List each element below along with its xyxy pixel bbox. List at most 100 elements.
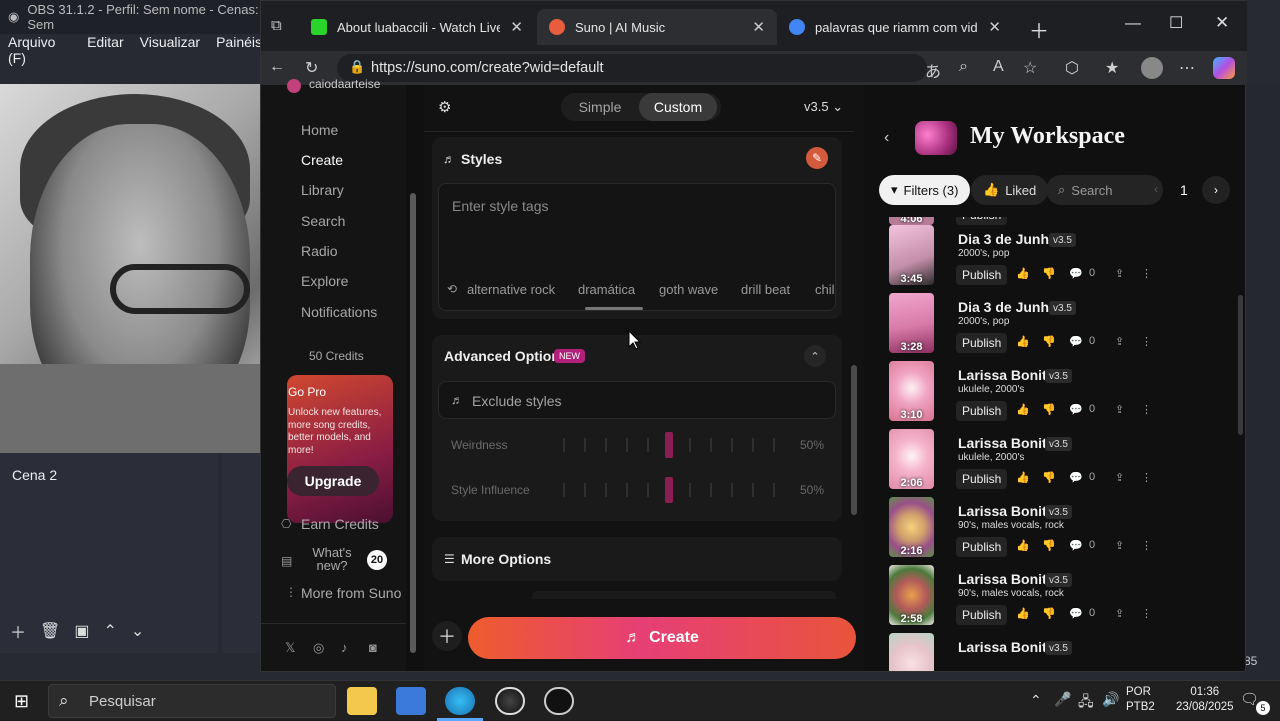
nav-search[interactable]: Search — [301, 213, 345, 229]
earn-credits-link[interactable]: Earn Credits — [301, 516, 379, 532]
advanced-options-title[interactable]: Advanced Options — [444, 348, 568, 364]
mode-simple-button[interactable]: Simple — [561, 93, 639, 121]
tags-scrollbar[interactable] — [585, 307, 643, 310]
nav-radio[interactable]: Radio — [301, 243, 338, 259]
style-influence-thumb[interactable] — [665, 477, 673, 503]
nav-library[interactable]: Library — [301, 182, 344, 198]
dislike-icon[interactable]: 👎 — [1042, 403, 1056, 416]
volume-icon[interactable]: 🔊 — [1102, 691, 1119, 708]
profile-avatar[interactable] — [1141, 57, 1163, 79]
more-icon[interactable]: ⋯ — [1179, 58, 1195, 78]
copilot-icon[interactable] — [1213, 57, 1235, 79]
workspace-search[interactable]: ⌕ Search — [1046, 175, 1163, 205]
song-row[interactable]: Larissa Bonita v3.5 — [866, 629, 1245, 671]
tab-google[interactable]: palavras que riamm com vida - Pe ✕ — [777, 9, 1013, 45]
version-select[interactable]: v3.5 ⌄ — [804, 99, 843, 115]
store-icon[interactable] — [396, 687, 426, 715]
create-button[interactable]: ♬ Create — [468, 617, 856, 659]
song-row[interactable]: 3:28 Dia 3 de Junho v3.5 2000's, pop Pub… — [866, 289, 1245, 357]
style-tags-input[interactable]: Enter style tags ⟲ alternative rock dram… — [438, 183, 836, 311]
style-tag[interactable]: alternative rock — [467, 282, 555, 297]
publish-button[interactable]: Publish — [956, 265, 1008, 285]
like-icon[interactable]: 👍 — [1016, 335, 1030, 348]
media-player-icon[interactable] — [544, 687, 574, 715]
x-icon[interactable]: 𝕏 — [285, 640, 295, 656]
song-title[interactable]: Larissa Bonita — [958, 571, 1054, 587]
user-name[interactable]: caiodaarteise — [309, 77, 380, 91]
translate-icon[interactable]: あ — [925, 58, 941, 82]
dislike-icon[interactable]: 👎 — [1042, 335, 1056, 348]
song-tags[interactable]: ukulele, 2000's — [958, 384, 1024, 395]
user-avatar[interactable] — [287, 79, 301, 93]
extensions-icon[interactable]: ⬡ — [1065, 58, 1079, 78]
sidebar-scrollbar[interactable] — [409, 95, 417, 655]
obs-menu-view[interactable]: Visualizar — [140, 34, 200, 56]
publish-button[interactable]: Publish — [956, 605, 1008, 625]
back-icon[interactable]: ← — [269, 58, 285, 76]
refresh-icon[interactable]: ↻ — [305, 58, 318, 78]
tiktok-icon[interactable]: ♪ — [341, 640, 348, 655]
share-icon[interactable]: ⇪ — [1115, 267, 1124, 280]
song-tags[interactable]: ukulele, 2000's — [958, 452, 1024, 463]
nav-explore[interactable]: Explore — [301, 273, 348, 289]
song-row[interactable]: 2:06 Larissa Bonita v3.5 ukulele, 2000's… — [866, 425, 1245, 493]
publish-button[interactable]: Publish — [956, 333, 1008, 353]
arrow-down-icon[interactable]: ⌄ — [131, 621, 144, 641]
create-panel-scrollbar[interactable] — [851, 365, 857, 515]
dislike-icon[interactable]: 👎 — [1042, 267, 1056, 280]
song-title[interactable]: Dia 3 de Junho — [958, 231, 1058, 247]
magic-wand-icon[interactable]: ✎ — [806, 147, 828, 169]
scene-item[interactable]: Cena 2 — [12, 467, 57, 483]
comment-icon[interactable]: 💬 — [1069, 335, 1083, 348]
arrow-up-icon[interactable]: ⌃ — [103, 621, 116, 641]
song-title[interactable]: Larissa Bonita — [958, 503, 1054, 519]
close-window-icon[interactable]: ✕ — [1215, 13, 1229, 33]
style-influence-slider[interactable]: Style Influence 50% — [438, 471, 836, 511]
favorites-icon[interactable]: ★ — [1105, 58, 1119, 78]
favorite-icon[interactable]: ☆ — [1023, 58, 1037, 78]
song-tags[interactable]: 2000's, pop — [958, 248, 1009, 259]
close-icon[interactable]: ✕ — [988, 18, 1001, 36]
tab-luabaccili[interactable]: About luabaccili - Watch Live on ✕ — [299, 9, 535, 45]
style-tag[interactable]: chil — [815, 282, 835, 297]
add-button[interactable]: ＋ — [432, 621, 462, 651]
song-row[interactable]: 2:16 Larissa Bonita v3.5 90's, males voc… — [866, 493, 1245, 561]
comment-icon[interactable]: 💬 — [1069, 539, 1083, 552]
credits-count[interactable]: 50 Credits — [309, 349, 364, 363]
song-title[interactable]: Larissa Bonita — [958, 367, 1054, 383]
chevron-up-icon[interactable]: ⌃ — [1030, 692, 1042, 709]
share-icon[interactable]: ⇪ — [1115, 403, 1124, 416]
more-options-icon[interactable]: ⋮ — [1141, 471, 1152, 484]
windows-start-icon[interactable]: ⊞ — [14, 691, 29, 712]
settings-gear-icon[interactable]: ⚙ — [438, 98, 451, 116]
shuffle-icon[interactable]: ⟲ — [447, 282, 457, 296]
more-options-icon[interactable]: ⋮ — [1141, 539, 1152, 552]
publish-button[interactable]: Publish — [956, 469, 1008, 489]
dislike-icon[interactable]: 👎 — [1042, 539, 1056, 552]
comment-icon[interactable]: 💬 — [1069, 267, 1083, 280]
filter-icon[interactable]: ▣ — [74, 621, 89, 641]
add-icon[interactable]: ＋ — [10, 619, 26, 643]
url-field[interactable]: 🔒 https://suno.com/create?wid=default — [337, 54, 927, 82]
filters-button[interactable]: ▾ Filters (3) — [879, 175, 971, 205]
song-row[interactable]: 3:10 Larissa Bonita v3.5 ukulele, 2000's… — [866, 357, 1245, 425]
more-options-icon[interactable]: ⋮ — [1141, 335, 1152, 348]
go-pro-card[interactable]: Go Pro Unlock new features, more song cr… — [287, 375, 393, 523]
minimize-icon[interactable]: — — [1125, 15, 1141, 33]
like-icon[interactable]: 👍 — [1016, 471, 1030, 484]
song-tags[interactable]: 90's, males vocals, rock — [958, 520, 1064, 531]
upgrade-button[interactable]: Upgrade — [287, 466, 379, 496]
style-tag[interactable]: goth wave — [659, 282, 718, 297]
taskbar-clock[interactable]: 01:36 23/08/2025 — [1176, 685, 1234, 715]
close-icon[interactable]: ✕ — [752, 18, 765, 36]
like-icon[interactable]: 👍 — [1016, 267, 1030, 280]
share-icon[interactable]: ⇪ — [1115, 471, 1124, 484]
chevron-left-icon[interactable]: ‹ — [884, 129, 889, 147]
like-icon[interactable]: 👍 — [1016, 403, 1030, 416]
next-page-button[interactable]: › — [1202, 176, 1230, 204]
microphone-icon[interactable]: 🎤 — [1054, 691, 1071, 708]
nav-notifications[interactable]: Notifications — [301, 304, 377, 320]
song-title[interactable]: Larissa Bonita — [958, 435, 1054, 451]
weirdness-track[interactable] — [563, 432, 775, 458]
obs-menu-edit[interactable]: Editar — [87, 34, 124, 56]
